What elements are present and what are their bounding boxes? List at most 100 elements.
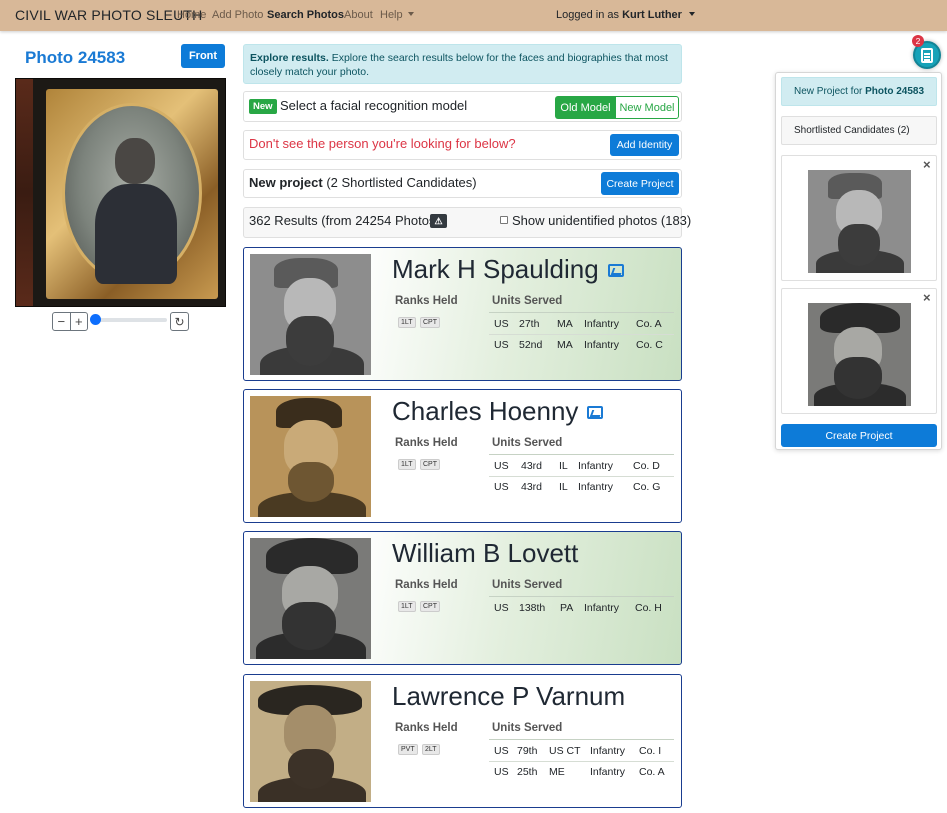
zoom-controls: − +	[52, 312, 88, 331]
zoom-out-button[interactable]: −	[53, 313, 70, 330]
project-count-badge: 2	[912, 35, 924, 47]
unit-branch: Infantry	[590, 766, 626, 778]
divider	[489, 454, 674, 455]
unit-branch: Infantry	[584, 318, 620, 330]
model-label: Select a facial recognition model	[280, 98, 468, 113]
divider	[489, 476, 674, 477]
remove-candidate-close-icon[interactable]: ×	[923, 157, 931, 172]
unit-country: US	[494, 766, 509, 778]
case-leaf	[16, 79, 33, 306]
nav-home[interactable]: Home	[177, 9, 206, 21]
candidate-photo[interactable]	[250, 254, 371, 375]
unit-number: 138th	[519, 602, 546, 614]
candidate-photo[interactable]	[250, 538, 371, 659]
candidate-name[interactable]: Charles Hoenny	[392, 396, 578, 427]
unit-state: IL	[559, 460, 568, 472]
unit-country: US	[494, 602, 509, 614]
candidate-name[interactable]: Mark H Spaulding	[392, 254, 599, 285]
gallery-icon[interactable]	[587, 406, 603, 419]
units-header: Units Served	[492, 437, 563, 449]
zoom-in-button[interactable]: +	[69, 313, 88, 330]
chevron-down-icon	[688, 12, 695, 16]
result-card[interactable]: Mark H Spaulding Ranks Held Units Served…	[243, 247, 682, 381]
ranks-header: Ranks Held	[395, 579, 458, 591]
reset-zoom-button[interactable]: ↻	[170, 312, 189, 331]
candidate-thumbnail[interactable]	[808, 303, 911, 406]
unit-state: PA	[560, 602, 574, 614]
photo-oval	[62, 103, 202, 284]
project-count: (2 Shortlisted Candidates)	[326, 175, 477, 190]
ranks-header: Ranks Held	[395, 722, 458, 734]
unit-state: ME	[549, 766, 565, 778]
unit-company: Co. G	[633, 481, 661, 493]
unit-state: US CT	[549, 745, 581, 757]
ranks-header: Ranks Held	[395, 437, 458, 449]
unit-country: US	[494, 481, 509, 493]
rank-badge: 1LT	[398, 601, 416, 612]
create-project-button[interactable]: Create Project	[601, 172, 679, 195]
shortlisted-candidate: ×	[781, 288, 937, 414]
divider	[489, 739, 674, 740]
unit-company: Co. C	[636, 339, 663, 351]
top-navbar: CIVIL WAR PHOTO SLEUTH Home Add Photo Se…	[0, 0, 947, 31]
explore-alert: Explore results. Explore the search resu…	[243, 44, 682, 84]
front-button[interactable]: Front	[181, 44, 225, 68]
user-name: Kurt Luther	[622, 9, 682, 21]
unidentified-checkbox[interactable]	[500, 216, 508, 224]
warning-glyph: ⚠	[434, 215, 443, 226]
new-badge: New	[249, 99, 277, 114]
nav-search-photos[interactable]: Search Photos	[267, 9, 344, 21]
user-prefix: Logged in as	[556, 9, 619, 21]
rank-badge: CPT	[420, 459, 440, 470]
unit-state: MA	[557, 318, 573, 330]
query-photo	[15, 78, 226, 307]
unit-number: 79th	[517, 745, 538, 757]
shortlisted-candidate: ×	[781, 155, 937, 281]
unidentified-label[interactable]: Show unidentified photos (183)	[512, 213, 691, 228]
gilt-mat	[46, 89, 218, 299]
candidate-photo[interactable]	[250, 681, 371, 802]
units-header: Units Served	[492, 579, 563, 591]
unit-company: Co. A	[639, 766, 665, 778]
brand-logo[interactable]: CIVIL WAR PHOTO SLEUTH	[15, 7, 202, 23]
result-card[interactable]: Lawrence P Varnum Ranks Held Units Serve…	[243, 674, 682, 808]
result-card[interactable]: William B Lovett Ranks Held Units Served…	[243, 531, 682, 665]
zoom-slider-track[interactable]	[92, 318, 167, 322]
warning-icon[interactable]: ⚠	[430, 214, 447, 228]
nav-about[interactable]: About	[344, 9, 373, 21]
new-model-button[interactable]: New Model	[615, 96, 679, 119]
divider	[489, 596, 674, 597]
photo-title: Photo 24583	[25, 48, 126, 67]
units-header: Units Served	[492, 722, 563, 734]
unit-company: Co. H	[635, 602, 662, 614]
gallery-icon[interactable]	[608, 264, 624, 277]
nav-help[interactable]: Help	[380, 9, 414, 21]
unit-country: US	[494, 339, 509, 351]
panel-header-photo: Photo 24583	[865, 86, 925, 97]
panel-create-project-button[interactable]: Create Project	[781, 424, 937, 447]
add-identity-button[interactable]: Add Identity	[610, 134, 679, 156]
clipboard-icon	[921, 47, 933, 63]
result-card[interactable]: Charles Hoenny Ranks Held Units Served 1…	[243, 389, 682, 523]
rank-badge: PVT	[398, 744, 418, 755]
unit-company: Co. D	[633, 460, 660, 472]
rank-badge: 1LT	[398, 317, 416, 328]
user-menu[interactable]: Logged in as Kurt Luther	[556, 9, 695, 21]
remove-candidate-close-icon[interactable]: ×	[923, 290, 931, 305]
rank-badge: 2LT	[422, 744, 440, 755]
old-model-button[interactable]: Old Model	[555, 96, 616, 119]
project-label: New project	[249, 175, 323, 190]
divider	[489, 334, 674, 335]
unit-number: 27th	[519, 318, 540, 330]
unit-branch: Infantry	[578, 460, 614, 472]
chevron-down-icon	[407, 12, 414, 16]
ranks-header: Ranks Held	[395, 295, 458, 307]
nav-add-photo[interactable]: Add Photo	[212, 9, 263, 21]
candidate-photo[interactable]	[250, 396, 371, 517]
zoom-slider-handle[interactable]	[90, 314, 101, 325]
unit-company: Co. A	[636, 318, 662, 330]
unit-country: US	[494, 460, 509, 472]
candidate-name[interactable]: Lawrence P Varnum	[392, 681, 625, 712]
candidate-name[interactable]: William B Lovett	[392, 538, 578, 569]
candidate-thumbnail[interactable]	[808, 170, 911, 273]
